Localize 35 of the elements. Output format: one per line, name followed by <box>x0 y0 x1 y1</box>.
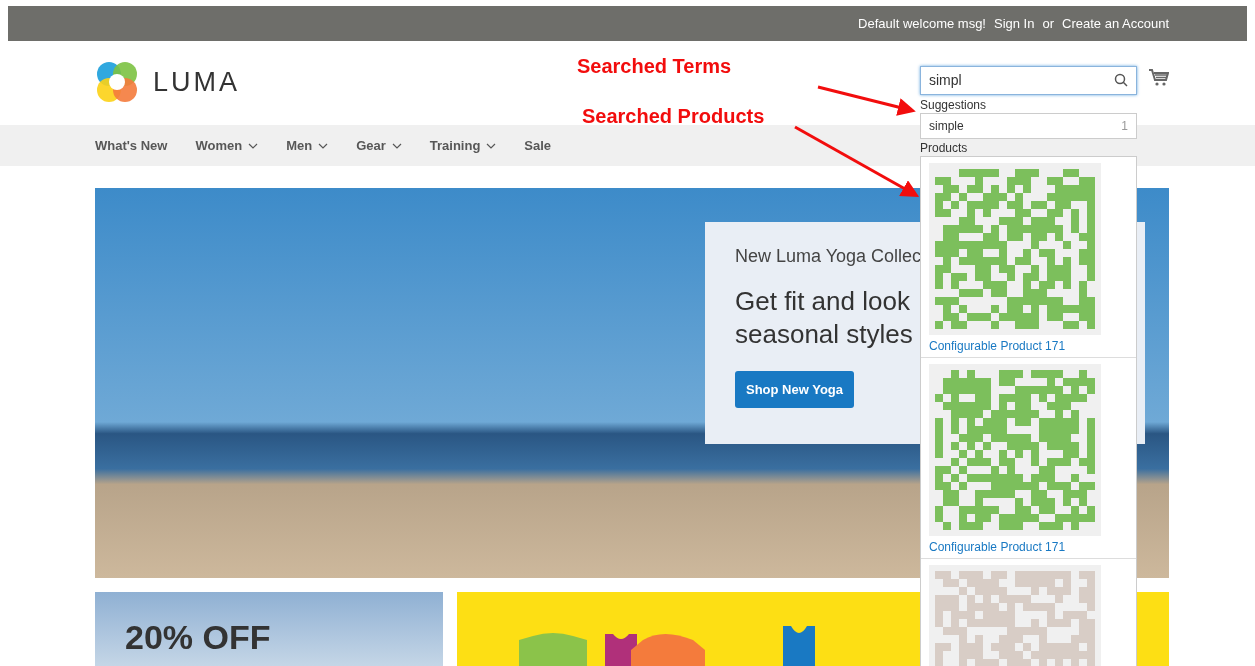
annotation-label: Searched Terms <box>577 55 732 78</box>
suggestion-count: 1 <box>1121 118 1128 133</box>
suggestions-label: Suggestions <box>920 96 988 113</box>
cart-icon[interactable] <box>1149 69 1169 87</box>
nav-item[interactable]: Gear <box>356 138 402 153</box>
sign-in-link[interactable]: Sign In <box>994 16 1035 31</box>
nav-item[interactable]: Women <box>195 138 259 153</box>
chevron-down-icon <box>318 142 329 149</box>
suggestion-term: simple <box>929 118 964 133</box>
search-field[interactable]: simpl <box>920 65 1137 95</box>
promo-banner[interactable]: 20% OFF <box>95 592 443 666</box>
product-image[interactable] <box>929 363 1101 536</box>
or-text: or <box>1042 16 1055 31</box>
product-name-link[interactable]: Configurable Product 171 <box>929 338 1128 353</box>
nav-item[interactable]: What's New <box>95 138 168 153</box>
chevron-down-icon <box>248 142 259 149</box>
logo-text[interactable]: LUMA <box>153 66 240 98</box>
logo-icon[interactable] <box>95 60 139 104</box>
nav-item[interactable]: Sale <box>524 138 552 153</box>
search-icon[interactable] <box>1114 72 1128 87</box>
chevron-down-icon <box>486 142 497 149</box>
promo-title: 20% OFF <box>125 618 271 656</box>
hero-headline: Get fit and look seasonal styles <box>735 285 913 351</box>
nav-item[interactable]: Men <box>286 138 329 153</box>
nav-item[interactable]: Training <box>429 138 497 153</box>
shop-button[interactable]: Shop New Yoga <box>735 371 854 408</box>
product-image[interactable] <box>929 162 1101 335</box>
chevron-down-icon <box>391 142 402 149</box>
welcome-message: Default welcome msg! <box>858 16 986 31</box>
annotation-label: Searched Products <box>582 105 765 128</box>
hero-kicker: New Luma Yoga Collec <box>735 246 922 267</box>
product-name-link[interactable]: Configurable Product 171 <box>929 539 1128 554</box>
create-account-link[interactable]: Create an Account <box>1062 16 1169 31</box>
suggestion-item[interactable]: simple 1 <box>920 112 1137 139</box>
products-label: Products <box>920 139 969 156</box>
